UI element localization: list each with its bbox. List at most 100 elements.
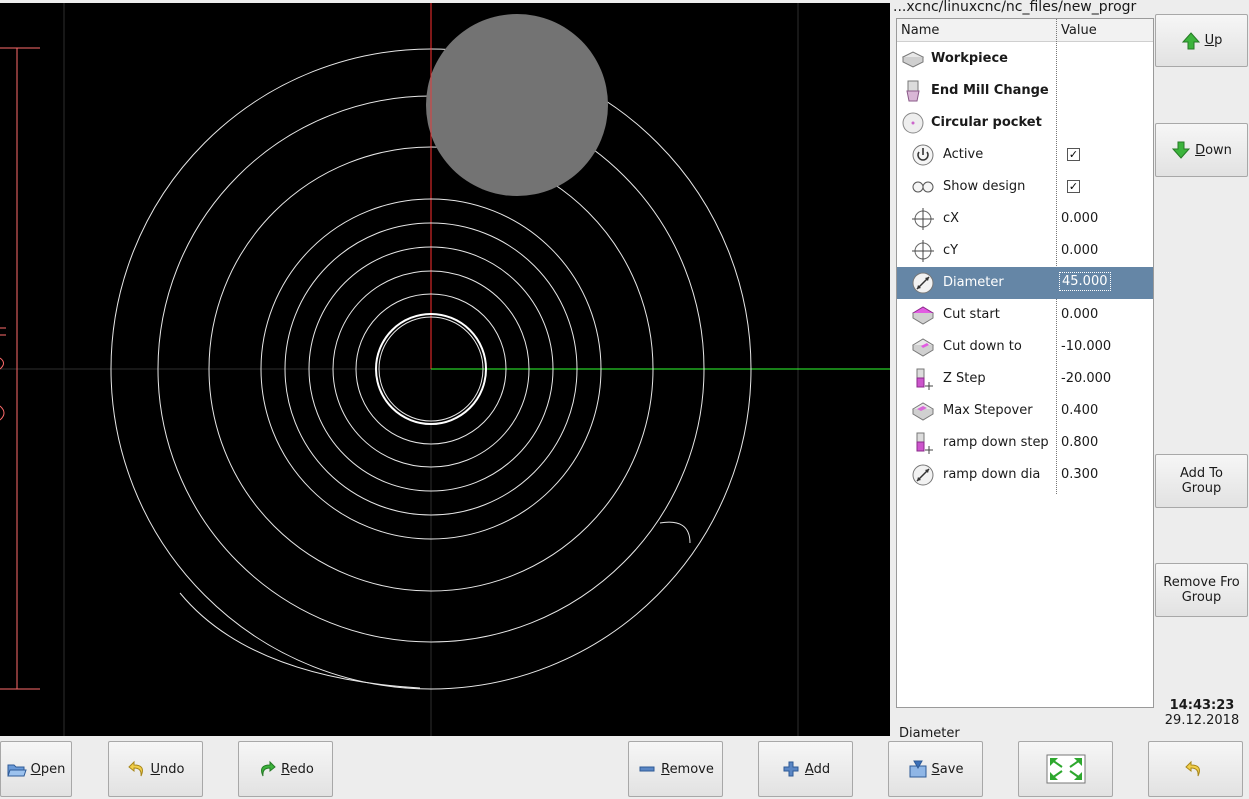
save-button[interactable]: Save [888, 741, 983, 797]
stepover-icon [911, 399, 935, 423]
tree-row-value[interactable]: 0.000 [1061, 243, 1098, 258]
tree-row-value[interactable]: 0.000 [1061, 307, 1098, 322]
add-button[interactable]: Add [758, 741, 853, 797]
tree-row[interactable]: Max Stepover 0.400 [897, 395, 1153, 427]
tree-row-value[interactable]: 0.400 [1061, 403, 1098, 418]
dimension-glyph-3 [0, 405, 5, 421]
minus-icon [639, 766, 655, 772]
add-to-group-label-2: Group [1181, 481, 1222, 496]
property-tree[interactable]: Name Value Workpiece End Mill Change Circu… [896, 18, 1154, 708]
add-button-label: Add [804, 761, 831, 777]
tree-row-label: Show design [943, 179, 1026, 194]
tree-row[interactable]: Cut down to -10.000 [897, 331, 1153, 363]
up-button[interactable]: Up [1155, 14, 1248, 67]
tree-row-label: ramp down dia [943, 467, 1041, 482]
tree-row-value[interactable]: 45.000 [1059, 272, 1111, 291]
tool-shape [426, 14, 608, 196]
dimension-glyph-2 [0, 357, 4, 370]
arrow-down-icon [1171, 141, 1191, 159]
undo-button-label: Undo [150, 761, 185, 777]
tree-row[interactable]: ramp down dia 0.300 [897, 459, 1153, 491]
tree-row[interactable]: Z Step -20.000 [897, 363, 1153, 395]
tree-row[interactable]: Diameter 45.000 [897, 267, 1153, 299]
folder-open-icon [6, 764, 27, 777]
dimension-glyph-1 [0, 327, 6, 336]
tree-row-value[interactable]: 0.000 [1061, 211, 1098, 226]
crosshair-icon [911, 239, 935, 263]
tree-row-label: Z Step [943, 371, 986, 386]
remove-from-group-label-2: Group [1181, 590, 1222, 605]
tree-row-value[interactable]: -10.000 [1061, 339, 1111, 354]
tree-row-label: Active [943, 147, 984, 162]
open-button-label: Open [30, 761, 66, 777]
tree-row[interactable]: Active ✓ [897, 139, 1153, 171]
fit-view-icon [1046, 754, 1085, 784]
crosshair-icon [911, 207, 935, 231]
column-header-name[interactable]: Name [901, 23, 939, 38]
tree-row-label: Cut down to [943, 339, 1022, 354]
tree-row-label: ramp down step [943, 435, 1049, 450]
clock-time: 14:43:23 [1169, 698, 1235, 713]
tree-row-label: cY [943, 243, 959, 258]
plus-icon [783, 761, 799, 777]
tree-row[interactable]: Circular pocket [897, 107, 1153, 139]
z-step-icon [911, 431, 935, 455]
redo-button-label: Redo [281, 761, 314, 777]
undo-icon [127, 760, 143, 777]
tree-row-value[interactable]: 0.300 [1061, 467, 1098, 482]
remove-button[interactable]: Remove [628, 741, 723, 797]
tree-row[interactable]: End Mill Change [897, 75, 1153, 107]
save-button-label: Save [931, 761, 964, 777]
circular-pocket-icon [901, 111, 925, 135]
redo-icon [261, 760, 276, 777]
remove-button-label: Remove [661, 761, 714, 777]
down-button[interactable]: Down [1155, 123, 1248, 177]
tree-row[interactable]: Show design ✓ [897, 171, 1153, 203]
remove-from-group-label-1: Remove Fro [1163, 575, 1240, 590]
tree-row[interactable]: Cut start 0.000 [897, 299, 1153, 331]
diameter-icon [911, 271, 935, 295]
tree-row-label: Circular pocket [931, 115, 1042, 130]
tree-row[interactable]: cY 0.000 [897, 235, 1153, 267]
end-mill-icon [901, 79, 925, 103]
add-to-group-label-1: Add To [1180, 466, 1223, 481]
diameter-icon [911, 463, 935, 487]
tree-row-label: cX [943, 211, 960, 226]
fit-view-button[interactable] [1018, 741, 1113, 797]
back-arrow-icon [1184, 760, 1200, 777]
open-button[interactable]: Open [0, 741, 72, 797]
column-header-value[interactable]: Value [1061, 23, 1097, 38]
tree-header: Name Value [897, 19, 1153, 42]
toolpath-drawing [0, 3, 890, 736]
tree-row-label: Max Stepover [943, 403, 1033, 418]
back-button[interactable] [1148, 741, 1243, 797]
tree-row-checkbox[interactable]: ✓ [1067, 180, 1080, 193]
add-to-group-button[interactable]: Add To Group [1155, 454, 1248, 508]
tree-row-label: Diameter [943, 275, 1004, 290]
save-icon [909, 760, 927, 778]
tree-row-value[interactable]: 0.800 [1061, 435, 1098, 450]
remove-from-group-button[interactable]: Remove Fro Group [1155, 563, 1248, 617]
redo-button[interactable]: Redo [238, 741, 333, 797]
up-button-label: Up [1204, 33, 1223, 48]
cut-down-icon [911, 335, 935, 359]
tree-row-value[interactable]: -20.000 [1061, 371, 1111, 386]
tree-row[interactable]: Workpiece [897, 43, 1153, 75]
tree-row-checkbox[interactable]: ✓ [1067, 148, 1080, 161]
clock: 14:43:23 29.12.2018 [1160, 698, 1244, 728]
tree-row[interactable]: ramp down step 0.800 [897, 427, 1153, 459]
arrow-up-icon [1181, 31, 1200, 49]
undo-button[interactable]: Undo [108, 741, 203, 797]
cut-start-icon [911, 303, 935, 327]
glasses-icon [911, 175, 935, 199]
preview-canvas[interactable] [0, 3, 890, 736]
z-step-icon [911, 367, 935, 391]
toolpath-lead [179, 521, 691, 689]
dimension-glyphs [0, 327, 6, 421]
file-path-title: ...xcnc/linuxcnc/nc_files/new_progr [893, 0, 1137, 15]
tree-row-label: Cut start [943, 307, 1000, 322]
power-icon [911, 143, 935, 167]
status-label: Diameter [899, 726, 960, 741]
down-button-label: Down [1195, 142, 1232, 158]
tree-row[interactable]: cX 0.000 [897, 203, 1153, 235]
